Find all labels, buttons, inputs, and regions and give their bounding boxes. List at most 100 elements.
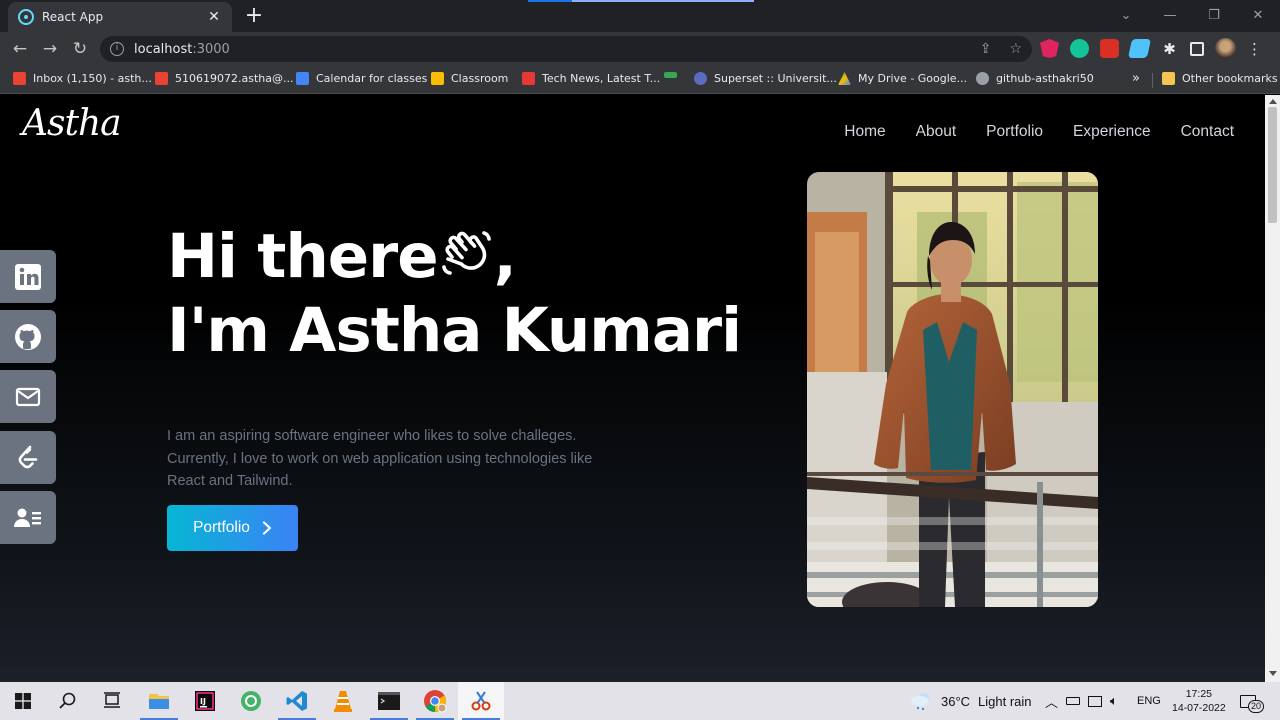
other-bookmarks-folder[interactable]: Other bookmarks (1162, 72, 1278, 85)
puzzle-icon[interactable]: ✱ (1160, 40, 1179, 58)
start-button[interactable] (0, 682, 46, 720)
intellij-icon: IJ (195, 691, 215, 711)
extensions-area: ✱ ⋮ (1040, 38, 1262, 59)
new-tab-button[interactable]: + (242, 4, 266, 28)
task-view-icon (104, 692, 120, 708)
leetcode-link[interactable] (0, 431, 56, 484)
bookmarks-divider (1152, 73, 1153, 88)
site-logo[interactable]: Astha (22, 103, 122, 144)
link-icon (664, 72, 677, 78)
browser-menu-icon[interactable]: ⋮ (1247, 40, 1262, 58)
vlc-button[interactable] (320, 682, 366, 720)
loading-indicator (528, 0, 754, 2)
scroll-thumb[interactable] (1268, 107, 1277, 223)
snipping-tool-button[interactable] (458, 682, 504, 720)
close-window-button[interactable]: ✕ (1236, 8, 1280, 23)
bookmark-star-icon[interactable]: ☆ (1009, 41, 1022, 57)
terminal-icon (378, 692, 400, 710)
pdf-icon[interactable] (1100, 39, 1119, 58)
bookmark-item[interactable]: Inbox (1,150) - asth... (13, 72, 152, 85)
weather-widget[interactable]: 36°C Light rain (910, 682, 1032, 720)
language-indicator[interactable]: ENG (1137, 682, 1161, 720)
vscode-button[interactable] (274, 682, 320, 720)
page-viewport: Astha Home About Portfolio Experience Co… (0, 95, 1265, 682)
nav-home[interactable]: Home (844, 123, 885, 141)
drive-icon (838, 72, 851, 85)
reload-button[interactable]: ↻ (69, 38, 91, 60)
back-button[interactable]: ← (9, 38, 31, 60)
browser-tab[interactable]: React App ✕ (8, 2, 232, 32)
url-text[interactable]: localhost:3000 (134, 42, 230, 57)
bookmark-item[interactable]: Tech News, Latest T... (522, 72, 660, 85)
green-app-icon (241, 691, 261, 711)
weather-temperature: 36°C (941, 693, 971, 709)
linkedin-icon (15, 263, 41, 290)
volume-icon[interactable]: 🔈︎ (1110, 693, 1118, 709)
site-info-icon[interactable]: i (110, 42, 124, 56)
chrome-button[interactable] (412, 682, 458, 720)
bookmarks-bar: Inbox (1,150) - asth... 510619072.astha@… (0, 66, 1280, 94)
resume-link[interactable] (0, 491, 56, 544)
bookmark-item[interactable]: Calendar for classes (296, 72, 427, 85)
tab-close-icon[interactable]: ✕ (206, 9, 222, 25)
hero-greeting: Hi there (167, 221, 439, 292)
clock-date: 14-07-2022 (1172, 702, 1226, 714)
email-link[interactable] (0, 370, 56, 423)
network-icon[interactable] (1088, 695, 1103, 707)
weather-description: Light rain (978, 693, 1032, 709)
svg-text:IJ: IJ (200, 697, 206, 706)
superset-icon (694, 72, 707, 85)
task-view-button[interactable] (89, 682, 135, 720)
nav-about[interactable]: About (916, 123, 957, 141)
news-icon (522, 72, 535, 85)
nav-experience[interactable]: Experience (1073, 123, 1151, 141)
forward-button[interactable]: → (39, 38, 61, 60)
classroom-icon (431, 72, 444, 85)
hero-heading: Hi there, I'm Astha Kumari (167, 221, 742, 366)
share-icon[interactable]: ⇪ (980, 41, 992, 57)
intellij-button[interactable]: IJ (182, 682, 228, 720)
notification-count: 20 (1248, 699, 1265, 713)
nav-contact[interactable]: Contact (1181, 123, 1234, 141)
restore-button[interactable]: ❐ (1192, 8, 1236, 23)
nav-portfolio[interactable]: Portfolio (986, 123, 1043, 141)
bookmark-item[interactable]: My Drive - Google... (838, 72, 967, 85)
scroll-up-arrow-icon[interactable] (1269, 99, 1277, 104)
more-bookmarks-icon[interactable]: » (1132, 71, 1140, 86)
file-explorer-button[interactable] (136, 682, 182, 720)
show-hidden-icons-icon[interactable]: ︿ (1045, 692, 1058, 711)
terminal-button[interactable] (366, 682, 412, 720)
mail-icon (15, 387, 41, 406)
page-scrollbar[interactable] (1265, 95, 1280, 682)
profile-avatar[interactable] (1215, 38, 1236, 59)
linkedin-link[interactable] (0, 250, 56, 303)
side-panel-icon[interactable] (1190, 41, 1204, 56)
vscode-icon (286, 691, 307, 711)
windows-taskbar: IJ 36°C Light rain ︿ 🔈︎ ENG 17:25 14-07-… (0, 682, 1280, 720)
bookmark-item[interactable]: Classroom (431, 72, 508, 85)
bookmark-item[interactable]: github-asthakri50 (976, 72, 1094, 85)
windows-logo-icon (15, 693, 31, 709)
clock[interactable]: 17:25 14-07-2022 (1172, 682, 1226, 720)
battery-icon[interactable] (1066, 697, 1081, 705)
gmail-icon (13, 72, 26, 85)
search-button[interactable] (45, 682, 91, 720)
github-icon (976, 72, 989, 85)
edit-extension-icon[interactable] (1127, 39, 1152, 58)
system-tray-icons: ︿ 🔈︎ (1045, 682, 1118, 720)
grammarly-icon[interactable] (1070, 39, 1089, 58)
tab-search-icon[interactable]: ⌄ (1104, 8, 1148, 23)
main-nav: Home About Portfolio Experience Contact (844, 123, 1234, 141)
bookmark-item[interactable]: 510619072.astha@... (155, 72, 293, 85)
bookmark-item[interactable]: Superset :: Universit... (694, 72, 837, 85)
brave-shield-icon[interactable] (1040, 39, 1059, 58)
notifications-button[interactable]: 20 (1240, 682, 1272, 720)
app-green-button[interactable] (228, 682, 274, 720)
portfolio-button[interactable]: Portfolio (167, 505, 298, 551)
react-favicon-icon (18, 9, 34, 25)
minimize-button[interactable]: — (1148, 8, 1192, 23)
omnibox[interactable]: i localhost:3000 ⇪ ☆ (100, 36, 1032, 62)
bookmark-item[interactable] (664, 72, 684, 78)
github-link[interactable] (0, 310, 56, 363)
scroll-down-arrow-icon[interactable] (1269, 671, 1277, 676)
